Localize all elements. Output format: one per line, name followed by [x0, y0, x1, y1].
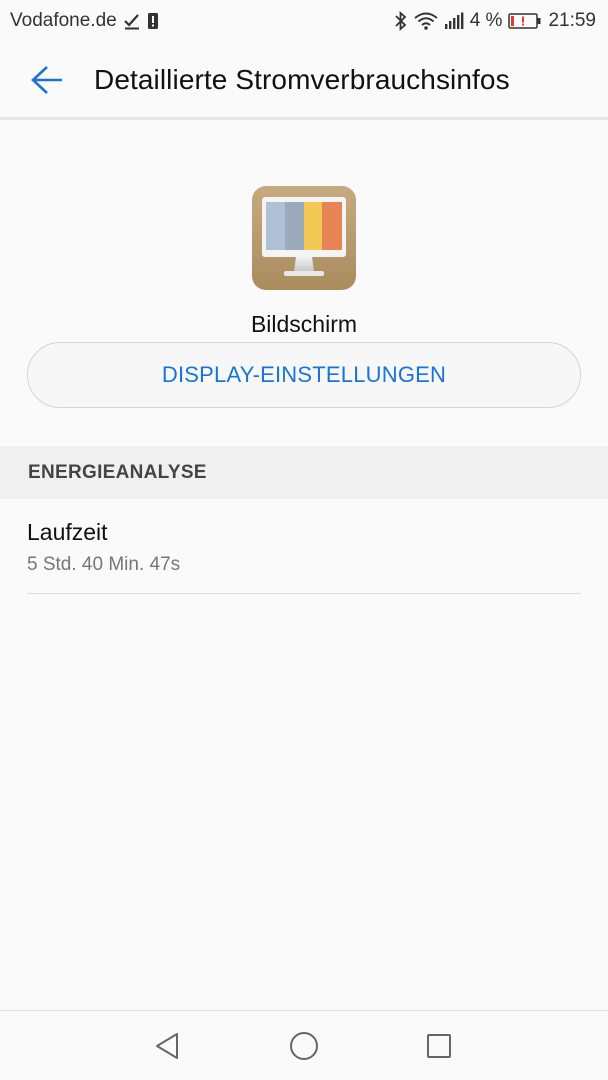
download-done-icon — [123, 12, 141, 30]
display-monitor-icon — [251, 185, 357, 291]
list-item-runtime: Laufzeit 5 Std. 40 Min. 47s — [27, 499, 581, 594]
wifi-icon — [414, 12, 438, 30]
arrow-left-icon — [31, 65, 62, 94]
signal-icon — [444, 12, 464, 30]
square-recents-icon — [427, 1034, 451, 1058]
display-settings-button[interactable]: DISPLAY-EINSTELLUNGEN — [27, 342, 581, 408]
app-bar: Detaillierte Stromverbrauchsinfos — [0, 42, 608, 120]
status-right: 4 % 21:59 — [394, 10, 596, 32]
clock: 21:59 — [548, 10, 596, 31]
runtime-label: Laufzeit — [27, 519, 108, 545]
section-header-energy: ENERGIEANALYSE — [0, 446, 608, 499]
navigation-bar — [0, 1010, 608, 1080]
bluetooth-icon — [394, 11, 408, 31]
triangle-back-icon — [156, 1033, 178, 1059]
page-title: Detaillierte Stromverbrauchsinfos — [94, 63, 510, 95]
battery-percent: 4 % — [469, 10, 503, 31]
runtime-value: 5 Std. 40 Min. 47s — [27, 554, 181, 575]
nav-home-button[interactable] — [284, 1026, 324, 1066]
battery-low-icon — [508, 12, 542, 30]
sim-alert-icon — [147, 12, 159, 30]
screen: Vodafone.de 4 % 21:59 Detaillierte Strom… — [0, 0, 608, 1080]
back-button[interactable] — [0, 41, 94, 119]
status-left: Vodafone.de — [10, 10, 159, 32]
carrier-name: Vodafone.de — [10, 10, 117, 31]
circle-home-icon — [290, 1032, 318, 1060]
nav-recents-button[interactable] — [419, 1026, 459, 1066]
nav-back-button[interactable] — [148, 1026, 188, 1066]
app-name: Bildschirm — [250, 311, 358, 337]
status-bar: Vodafone.de 4 % 21:59 — [0, 0, 608, 42]
